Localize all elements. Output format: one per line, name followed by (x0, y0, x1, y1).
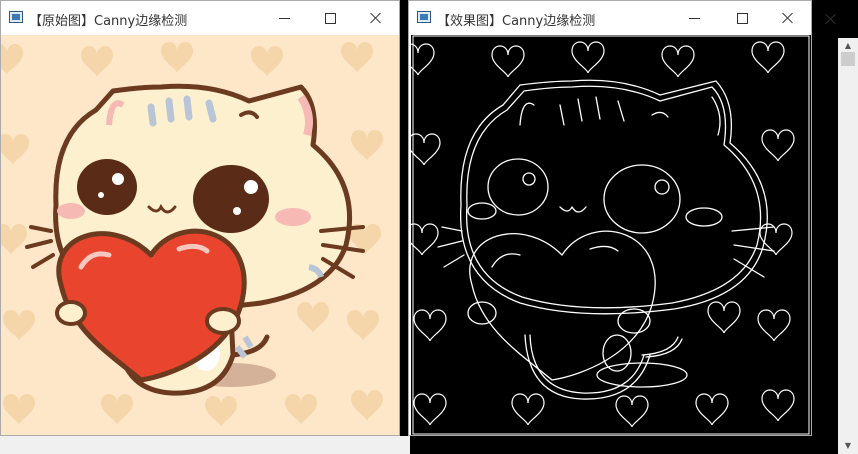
vertical-scrollbar[interactable]: ▲ ▼ (838, 38, 858, 454)
opencv-window-icon (417, 11, 431, 23)
edge-minimize-button[interactable] (685, 9, 703, 27)
desktop-background-bottom (0, 436, 410, 454)
original-minimize-button[interactable] (275, 9, 293, 27)
original-image-window: 【原始图】Canny边缘检测 (0, 0, 400, 436)
cat-holding-heart-illustration (1, 35, 399, 435)
maximize-icon (736, 12, 748, 24)
edge-window-titlebar[interactable]: 【效果图】Canny边缘检测 (409, 1, 811, 34)
original-window-titlebar[interactable]: 【原始图】Canny边缘检测 (1, 1, 399, 34)
close-icon (825, 13, 837, 25)
original-image (1, 35, 399, 435)
edge-maximize-button[interactable] (733, 9, 751, 27)
edge-result-window: 【效果图】Canny边缘检测 (408, 0, 812, 436)
edge-image (411, 35, 811, 435)
close-icon (370, 12, 382, 24)
scroll-up-arrow-icon[interactable]: ▲ (838, 38, 858, 52)
edge-window-title: 【效果图】Canny边缘检测 (437, 14, 596, 29)
scroll-thumb[interactable] (841, 52, 855, 66)
minimize-icon (688, 18, 700, 19)
original-window-title: 【原始图】Canny边缘检测 (29, 14, 188, 29)
close-icon (782, 12, 794, 24)
edge-close-button[interactable] (779, 9, 797, 27)
minimize-icon (278, 18, 290, 19)
opencv-window-icon (9, 11, 23, 23)
original-maximize-button[interactable] (321, 9, 339, 27)
canny-edge-output (411, 35, 810, 435)
scroll-down-arrow-icon[interactable]: ▼ (838, 438, 858, 452)
background-window-close-button[interactable] (822, 10, 840, 28)
original-close-button[interactable] (367, 9, 385, 27)
maximize-icon (324, 12, 336, 24)
